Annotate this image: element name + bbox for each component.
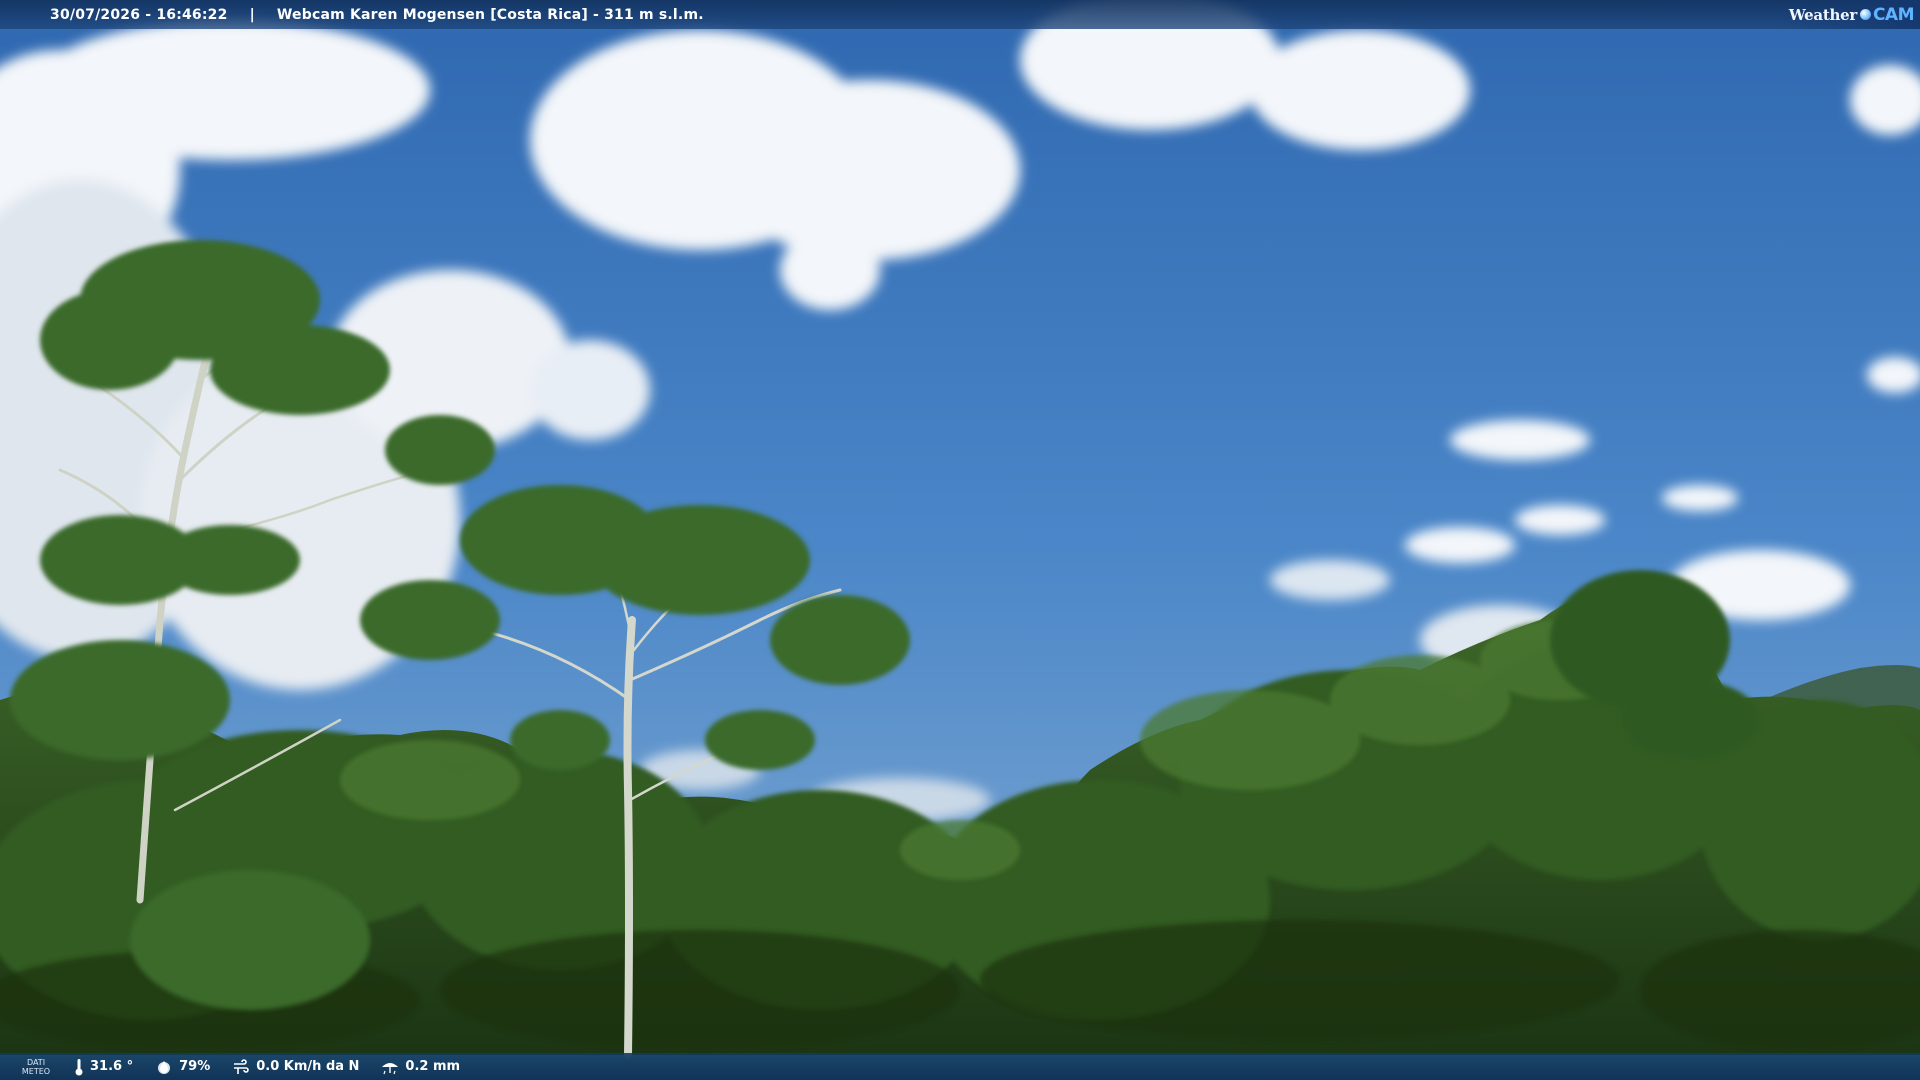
weather-data-bar: DATI METEO 31.6 ° 79% 0.0 Km/h da N 0.2 … — [0, 1053, 1920, 1080]
temperature-item: 31.6 ° — [74, 1058, 133, 1076]
logo-text-cam: CAM — [1872, 4, 1915, 25]
header-separator: | — [249, 6, 255, 23]
humidity-icon — [158, 1060, 171, 1074]
weathercam-logo[interactable]: Weather CAM — [1778, 0, 1920, 29]
datetime: 30/07/2026 - 16:46:22 — [50, 6, 228, 23]
thermometer-icon — [75, 1058, 83, 1075]
humidity-value: 79% — [179, 1059, 211, 1074]
header-bar: 30/07/2026 - 16:46:22 | Webcam Karen Mog… — [0, 0, 1920, 29]
humidity-item: 79% — [155, 1059, 210, 1075]
webcam-title: Webcam Karen Mogensen [Costa Rica] - 311… — [276, 6, 704, 23]
webcam-image — [0, 0, 1920, 1080]
weather-data-label: DATI METEO — [21, 1057, 51, 1076]
wind-item: 0.0 Km/h da N — [232, 1058, 360, 1075]
rain-item: 0.2 mm — [381, 1059, 460, 1075]
wind-icon — [234, 1058, 249, 1074]
logo-dot-icon — [1859, 9, 1871, 20]
temperature-value: 31.6 ° — [90, 1059, 134, 1074]
rain-value: 0.2 mm — [405, 1059, 461, 1074]
wind-value: 0.0 Km/h da N — [256, 1059, 360, 1074]
rain-icon — [382, 1062, 399, 1074]
logo-text-weather: Weather — [1788, 5, 1857, 24]
